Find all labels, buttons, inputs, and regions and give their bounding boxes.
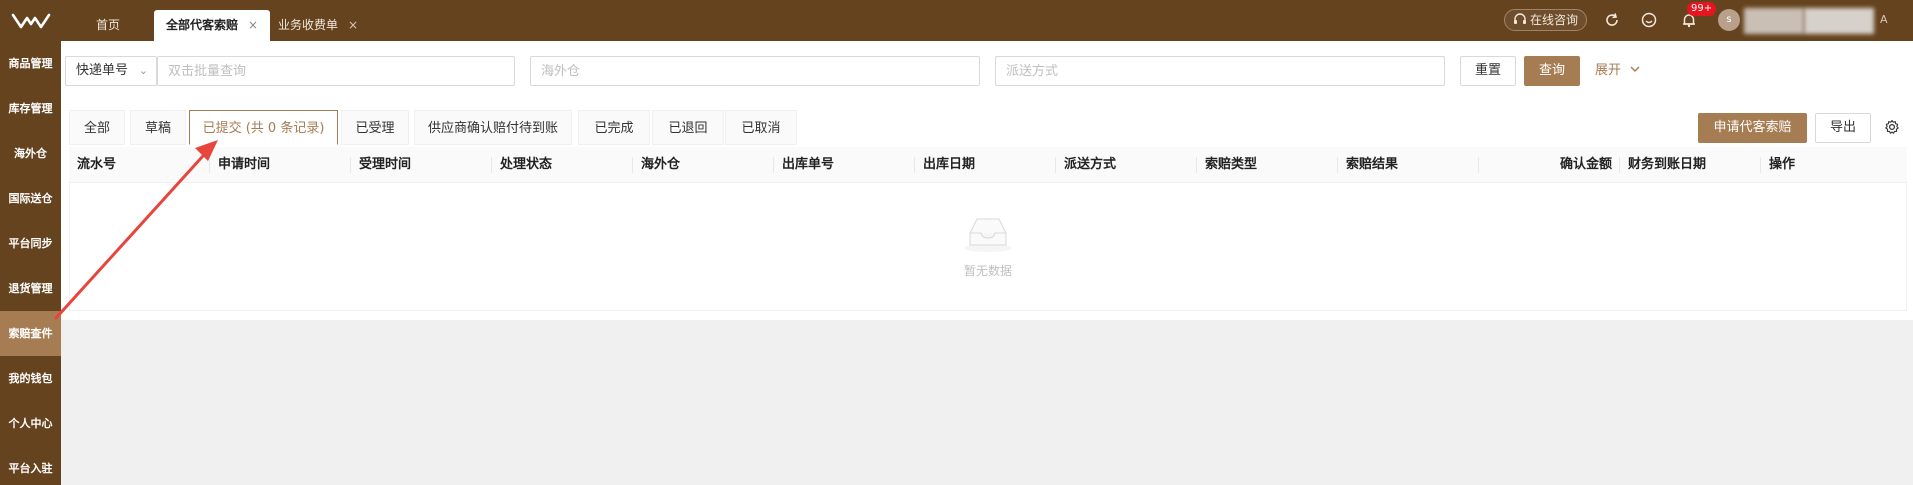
avatar[interactable]: s (1718, 9, 1740, 31)
tab-home-label: 首页 (96, 18, 121, 32)
apply-claim-button[interactable]: 申请代客索赔 (1698, 113, 1807, 143)
tab-home[interactable]: 首页 (84, 10, 132, 41)
subtab-accepted[interactable]: 已受理 (341, 110, 409, 145)
sidebar-item-platform-sync[interactable]: 平台同步 (0, 221, 61, 266)
sidebar-item-platform-onboarding[interactable]: 平台入驻 (0, 446, 61, 485)
redacted-username (1744, 8, 1804, 34)
column-header: 申请时间 (209, 147, 270, 183)
search-button[interactable]: 查询 (1524, 56, 1580, 86)
sidebar-item-products[interactable]: 商品管理 (0, 41, 61, 86)
smile-icon[interactable] (1640, 11, 1658, 29)
column-header: 出库日期 (914, 147, 975, 183)
headset-icon (1514, 13, 1526, 24)
sidebar-item-claims[interactable]: 索赔查件 (0, 311, 61, 356)
tab-close-icon[interactable]: × (248, 18, 258, 32)
column-header: 派送方式 (1055, 147, 1116, 183)
online-consult-label: 在线咨询 (1530, 13, 1579, 27)
subtab-submitted[interactable]: 已提交 (共 0 条记录) (189, 110, 338, 145)
sidebar-item-overseas-warehouse[interactable]: 海外仓 (0, 131, 61, 176)
column-header: 确认金额 (1478, 147, 1620, 183)
subtab-supplier-confirmed[interactable]: 供应商确认赔付待到账 (414, 110, 572, 145)
sidebar-item-inventory[interactable]: 库存管理 (0, 86, 61, 131)
export-button[interactable]: 导出 (1815, 113, 1871, 143)
user-menu-letter[interactable]: A (1880, 13, 1888, 26)
sidebar: 商品管理 库存管理 海外仓 国际送仓 平台同步 退货管理 索赔查件 我的钱包 个… (0, 41, 61, 485)
sidebar-item-international-delivery[interactable]: 国际送仓 (0, 176, 61, 221)
reset-button[interactable]: 重置 (1460, 56, 1516, 86)
tab-all-claims-label: 全部代客索赔 (166, 18, 239, 32)
tab-close-icon[interactable]: × (348, 18, 358, 32)
top-bar: 首页 全部代客索赔 × 业务收费单 × 在线咨询 99+ s A (0, 0, 1913, 41)
tab-all-claims[interactable]: 全部代客索赔 × (154, 10, 271, 41)
gear-icon[interactable] (1884, 119, 1900, 135)
logo-icon[interactable] (0, 0, 61, 41)
column-header: 索赔结果 (1337, 147, 1398, 183)
column-header: 财务到账日期 (1619, 147, 1706, 183)
sidebar-item-wallet[interactable]: 我的钱包 (0, 356, 61, 401)
tab-business-fees[interactable]: 业务收费单 × (266, 10, 370, 41)
column-header: 操作 (1760, 147, 1795, 183)
tracking-type-value: 快递单号 (76, 63, 129, 78)
empty-inbox-icon (964, 218, 1012, 252)
subtab-completed[interactable]: 已完成 (578, 110, 650, 145)
subtab-returned[interactable]: 已退回 (652, 110, 724, 145)
sidebar-item-profile[interactable]: 个人中心 (0, 401, 61, 446)
column-header: 受理时间 (350, 147, 411, 183)
column-header: 流水号 (77, 157, 117, 172)
empty-text: 暂无数据 (963, 264, 1012, 278)
chevron-down-icon (1630, 66, 1640, 72)
tracking-type-select[interactable]: 快递单号 ⌄ (65, 56, 157, 86)
notification-badge: 99+ (1687, 2, 1717, 16)
redacted-username (1804, 8, 1874, 34)
delivery-method-input[interactable] (995, 56, 1445, 86)
batch-query-input[interactable] (157, 56, 515, 86)
column-header: 索赔类型 (1196, 147, 1257, 183)
chevron-down-icon: ⌄ (138, 64, 148, 77)
tab-business-fees-label: 业务收费单 (278, 18, 339, 32)
subtab-all[interactable]: 全部 (69, 110, 125, 145)
column-header: 海外仓 (632, 147, 680, 183)
refresh-icon[interactable] (1603, 11, 1621, 29)
column-header: 处理状态 (491, 147, 552, 183)
online-consult-button[interactable]: 在线咨询 (1504, 9, 1588, 31)
warehouse-input[interactable] (530, 56, 980, 86)
subtab-cancelled[interactable]: 已取消 (725, 110, 797, 145)
sidebar-item-returns[interactable]: 退货管理 (0, 266, 61, 311)
table-header: 流水号 申请时间 受理时间 处理状态 海外仓 出库单号 出库日期 派送方式 索赔… (69, 147, 1907, 183)
subtab-draft[interactable]: 草稿 (130, 110, 186, 145)
column-header: 出库单号 (773, 147, 834, 183)
expand-label: 展开 (1595, 63, 1622, 78)
expand-button[interactable]: 展开 (1595, 56, 1641, 86)
